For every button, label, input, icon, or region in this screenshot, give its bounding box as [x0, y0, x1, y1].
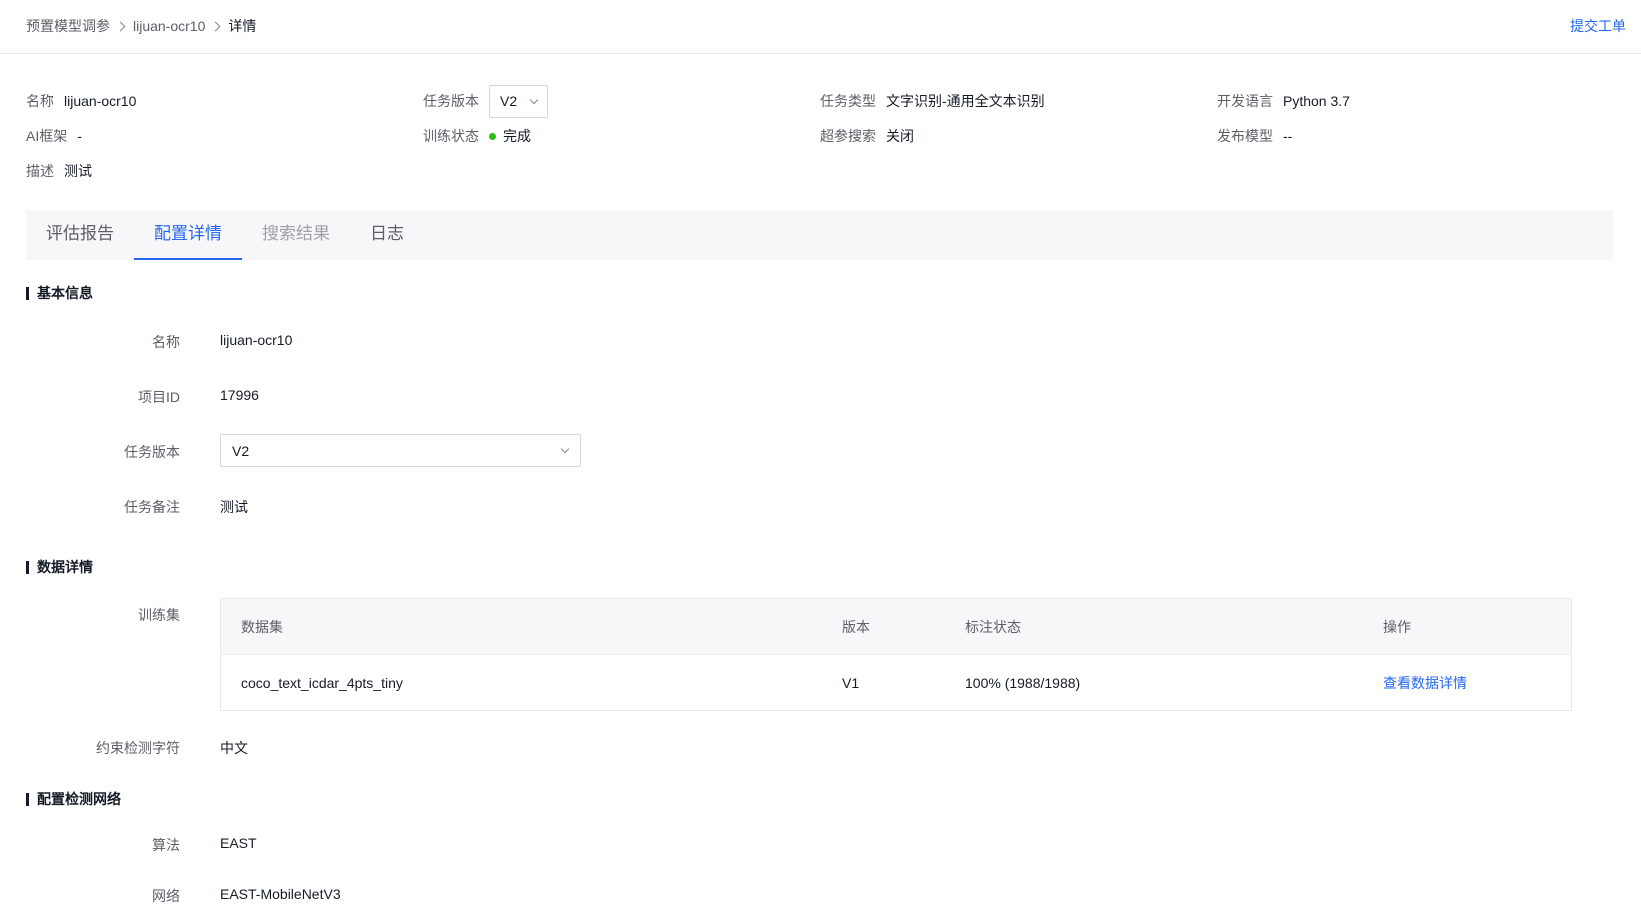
table-row: coco_text_icdar_4pts_tiny V1 100% (1988/…: [221, 655, 1571, 710]
summary-task-version: 任务版本 V2: [423, 84, 548, 118]
basic-project-id-label: 项目ID: [138, 389, 180, 405]
breadcrumb-item-preset-tuning[interactable]: 预置模型调参: [26, 16, 110, 36]
tab-logs[interactable]: 日志: [350, 210, 424, 260]
column-header-dataset: 数据集: [241, 618, 283, 635]
cell-dataset: coco_text_icdar_4pts_tiny: [241, 674, 403, 691]
section-data-details-title: 数据详情: [37, 559, 93, 575]
basic-name-label: 名称: [152, 334, 180, 350]
section-data-details: 数据详情: [26, 557, 93, 577]
summary-name: 名称 lijuan-ocr10: [26, 84, 136, 118]
basic-task-note-value: 测试: [220, 499, 248, 515]
summary-name-label: 名称: [26, 93, 54, 109]
section-marker: [26, 286, 29, 300]
chevron-down-icon: [529, 95, 539, 104]
top-bar: 预置模型调参 lijuan-ocr10 详情 提交工单: [0, 0, 1641, 54]
status-dot-icon: [489, 132, 496, 140]
tab-eval-report[interactable]: 评估报告: [26, 210, 134, 260]
chevron-down-icon: [560, 444, 570, 454]
summary-ai-framework: AI框架 -: [26, 119, 82, 153]
summary-task-type-value: 文字识别-通用全文本识别: [886, 93, 1045, 109]
summary-hyperparam-search-label: 超参搜索: [820, 128, 876, 144]
table-header: 数据集 版本 标注状态 操作: [221, 599, 1571, 655]
summary-publish-model: 发布模型 --: [1217, 119, 1292, 153]
submit-ticket-link[interactable]: 提交工单: [1570, 16, 1626, 36]
summary-description-label: 描述: [26, 163, 54, 179]
task-version-select[interactable]: V2: [489, 84, 548, 118]
summary-hyperparam-search: 超参搜索 关闭: [820, 119, 914, 153]
task-version-dropdown-value: V2: [232, 442, 250, 459]
section-basic-info-title: 基本信息: [37, 285, 93, 301]
summary-dev-language: 开发语言 Python 3.7: [1217, 84, 1350, 118]
summary-publish-model-label: 发布模型: [1217, 128, 1273, 144]
column-header-version: 版本: [842, 618, 870, 635]
task-version-select-value: V2: [500, 93, 518, 109]
section-marker: [26, 792, 29, 806]
basic-name-value: lijuan-ocr10: [220, 332, 293, 348]
constraint-chars-label: 约束检测字符: [96, 740, 180, 756]
basic-project-id-value: 17996: [220, 387, 259, 403]
constraint-chars-value: 中文: [220, 740, 248, 756]
summary-train-status-value: 完成: [503, 128, 531, 144]
summary-publish-model-value: --: [1283, 128, 1293, 144]
algorithm-label: 算法: [152, 837, 180, 853]
summary-dev-language-label: 开发语言: [1217, 93, 1273, 109]
cell-label-status: 100% (1988/1988): [965, 674, 1081, 691]
summary-task-type-label: 任务类型: [820, 93, 876, 109]
chevron-right-icon: [115, 21, 126, 31]
column-header-actions: 操作: [1383, 618, 1411, 635]
detail-tabs: 评估报告 配置详情 搜索结果 日志: [26, 210, 1613, 260]
chevron-right-icon: [210, 21, 221, 31]
basic-task-version-label: 任务版本: [124, 444, 180, 460]
cell-version: V1: [842, 674, 860, 691]
summary-hyperparam-search-value: 关闭: [886, 128, 914, 144]
basic-task-note-label: 任务备注: [124, 499, 180, 515]
section-detect-network: 配置检测网络: [26, 789, 121, 809]
view-data-details-link[interactable]: 查看数据详情: [1383, 675, 1467, 691]
network-label: 网络: [152, 888, 180, 904]
breadcrumb-item-current: 详情: [228, 18, 257, 34]
section-basic-info: 基本信息: [26, 283, 93, 303]
summary-task-type: 任务类型 文字识别-通用全文本识别: [820, 84, 1045, 118]
summary-task-version-label: 任务版本: [423, 93, 479, 109]
section-marker: [26, 560, 29, 574]
breadcrumb-item-task[interactable]: lijuan-ocr10: [133, 18, 205, 34]
cell-actions: 查看数据详情: [1363, 673, 1571, 693]
summary-ai-framework-label: AI框架: [26, 128, 68, 144]
train-set-label: 训练集: [138, 607, 180, 623]
algorithm-value: EAST: [220, 835, 257, 851]
summary-description: 描述 测试: [26, 154, 92, 188]
summary-description-value: 测试: [64, 163, 92, 179]
breadcrumb: 预置模型调参 lijuan-ocr10 详情: [26, 16, 256, 36]
column-header-label-status: 标注状态: [965, 618, 1021, 635]
summary-ai-framework-value: -: [77, 128, 82, 144]
tab-config-details[interactable]: 配置详情: [134, 210, 242, 260]
tab-search-results: 搜索结果: [262, 224, 330, 243]
network-value: EAST-MobileNetV3: [220, 886, 341, 902]
section-detect-network-title: 配置检测网络: [37, 791, 121, 807]
summary-name-value: lijuan-ocr10: [64, 93, 137, 109]
summary-dev-language-value: Python 3.7: [1283, 93, 1350, 109]
task-version-dropdown[interactable]: V2: [220, 434, 581, 467]
summary-train-status: 训练状态 完成: [423, 119, 531, 153]
task-summary: 名称 lijuan-ocr10 任务版本 V2 任务类型 文字识别-通用全文本识…: [26, 84, 1616, 184]
train-set-table: 数据集 版本 标注状态 操作 coco_text_icdar_4pts_tiny…: [220, 598, 1572, 711]
summary-train-status-label: 训练状态: [423, 128, 479, 144]
